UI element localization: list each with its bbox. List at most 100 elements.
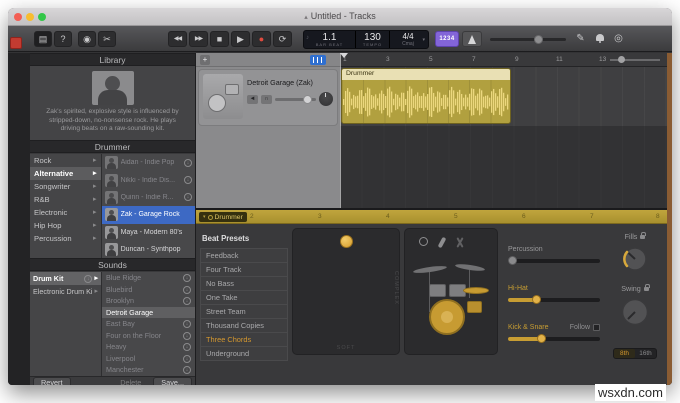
playhead-marker[interactable] xyxy=(340,53,348,58)
play-button[interactable]: ▶ xyxy=(231,31,250,47)
editor-ruler[interactable]: ▾ Drummer 2 3 4 5 6 7 8 xyxy=(196,210,672,224)
crash-cymbal[interactable] xyxy=(412,264,448,275)
sound-item[interactable]: Four on the Floor ↓ xyxy=(102,330,195,342)
quick-help-button[interactable]: ? xyxy=(54,31,72,47)
master-volume-slider[interactable] xyxy=(490,35,566,44)
download-icon[interactable]: ↓ xyxy=(183,320,191,328)
stop-button[interactable]: ■ xyxy=(210,31,229,47)
mixer-icon[interactable] xyxy=(310,55,326,65)
track-volume-thumb[interactable] xyxy=(302,94,312,104)
kit-item-selected[interactable]: Drum Kit ↓ ▸ xyxy=(30,272,101,285)
xy-pad-puck[interactable] xyxy=(340,235,353,248)
genre-item-selected[interactable]: Alternative ▸ xyxy=(30,167,101,180)
drummer-item-selected[interactable]: Zak - Garage Rock xyxy=(101,206,195,224)
genre-item[interactable]: R&B ▸ xyxy=(30,193,101,206)
eighth-note-option[interactable]: 8th xyxy=(614,349,635,358)
genre-item[interactable]: Songwriter ▸ xyxy=(30,180,101,193)
mute-button[interactable]: ◄ xyxy=(247,94,258,104)
sound-item[interactable]: Manchester ↓ xyxy=(102,364,195,376)
download-icon[interactable]: ↓ xyxy=(183,331,191,340)
sound-item[interactable]: Blue Ridge ↓ xyxy=(102,272,195,284)
kick-drum[interactable] xyxy=(429,299,465,335)
sixteenth-note-option[interactable]: 16th xyxy=(635,349,656,358)
tom-drum[interactable] xyxy=(429,284,446,297)
drummer-item[interactable]: Maya - Modern 80's xyxy=(102,224,195,241)
swing-knob[interactable] xyxy=(618,295,652,329)
beat-preset-item[interactable]: One Take xyxy=(201,291,287,305)
percussion-slider-thumb[interactable] xyxy=(508,256,517,265)
track-header[interactable]: Detroit Garage (Zak) ◄ ∩ xyxy=(198,69,338,126)
fills-knob[interactable] xyxy=(619,243,651,275)
download-icon[interactable]: ↓ xyxy=(184,158,192,167)
editors-button[interactable]: ✂ xyxy=(98,31,116,47)
pan-knob[interactable] xyxy=(319,92,333,106)
percussion-slider[interactable] xyxy=(508,256,600,265)
beat-ruler[interactable]: 1 3 5 7 9 11 13 xyxy=(340,53,672,67)
tambourine-icon[interactable] xyxy=(419,237,428,246)
floor-tom[interactable] xyxy=(467,301,482,313)
beat-preset-item[interactable]: No Bass xyxy=(201,277,287,291)
count-in-button[interactable]: 1234 xyxy=(435,31,459,47)
lock-icon[interactable] xyxy=(640,231,647,239)
shaker-icon[interactable] xyxy=(437,236,447,249)
hihat-cymbal[interactable] xyxy=(463,287,489,294)
metronome-button[interactable] xyxy=(462,31,482,47)
lock-icon[interactable] xyxy=(643,283,650,291)
drummer-item[interactable]: Quinn - Indie R... ↓ xyxy=(102,189,195,206)
loop-browser-button[interactable]: ◎ xyxy=(611,31,626,46)
kick-snare-slider[interactable] xyxy=(508,334,600,343)
download-icon[interactable]: ↓ xyxy=(184,176,192,185)
delete-button[interactable]: Delete xyxy=(112,377,149,385)
notepad-button[interactable]: ✎ xyxy=(573,31,588,46)
genre-item[interactable]: Hip Hop ▸ xyxy=(30,219,101,232)
cycle-button[interactable]: ⟳ xyxy=(273,31,292,47)
forward-button[interactable]: ▶▶ xyxy=(189,31,208,47)
sound-item[interactable]: Liverpool ↓ xyxy=(102,353,195,365)
claves-icon[interactable] xyxy=(456,237,466,247)
follow-checkbox[interactable] xyxy=(593,324,600,331)
genre-item[interactable]: Percussion ▸ xyxy=(30,232,101,245)
drummer-item[interactable]: Duncan - Synthpop xyxy=(102,241,195,258)
record-button[interactable]: ● xyxy=(252,31,271,47)
xy-pad[interactable]: SOFT COMPLEX xyxy=(292,228,400,355)
solo-button[interactable]: ∩ xyxy=(261,94,272,104)
genre-item[interactable]: Electronic ▸ xyxy=(30,206,101,219)
download-icon[interactable]: ↓ xyxy=(183,343,191,351)
download-icon[interactable]: ↓ xyxy=(183,366,191,374)
alerts-button[interactable] xyxy=(592,31,607,46)
sound-item-selected[interactable]: Detroit Garage xyxy=(102,306,195,318)
editor-region-chip[interactable]: ▾ Drummer xyxy=(199,212,247,222)
hihat-slider-thumb[interactable] xyxy=(531,295,541,304)
drummer-item[interactable]: Nikki - Indie Dis... ↓ xyxy=(102,171,195,188)
zoom-slider[interactable] xyxy=(610,56,660,63)
track-volume-slider[interactable] xyxy=(275,94,316,104)
kick-snare-slider-thumb[interactable] xyxy=(537,334,547,343)
drummer-region[interactable]: Drummer xyxy=(341,68,511,124)
add-track-button[interactable]: + xyxy=(200,55,210,65)
zoom-slider-thumb[interactable] xyxy=(618,56,625,63)
kit-item[interactable]: Electronic Drum Kit ▸ xyxy=(30,285,101,298)
beat-preset-item[interactable]: Four Track xyxy=(201,263,287,277)
lcd-display[interactable]: ♪ 1.1 BAR BEAT 130 TEMPO 4/4 Cmaj ▾ xyxy=(303,30,429,49)
download-icon[interactable]: ↓ xyxy=(183,297,191,305)
sound-item[interactable]: Bluebird ↓ xyxy=(102,284,195,296)
smart-controls-button[interactable]: ◉ xyxy=(78,31,96,47)
sound-item[interactable]: Heavy ↓ xyxy=(102,341,195,353)
drummer-item[interactable]: Aidan - Indie Pop ↓ xyxy=(102,154,195,171)
download-icon[interactable]: ↓ xyxy=(183,354,191,363)
beat-preset-item[interactable]: Underground xyxy=(201,347,287,361)
download-icon[interactable]: ↓ xyxy=(184,193,192,202)
beat-preset-item[interactable]: Thousand Copies xyxy=(201,319,287,333)
ride-cymbal[interactable] xyxy=(454,262,486,273)
sound-item[interactable]: Brooklyn ↓ xyxy=(102,295,195,307)
sound-item[interactable]: East Bay ↓ xyxy=(102,318,195,330)
save-button[interactable]: Save... xyxy=(153,377,192,385)
beat-preset-item[interactable]: Street Team xyxy=(201,305,287,319)
volume-slider-thumb[interactable] xyxy=(534,35,544,44)
beat-preset-item-selected[interactable]: Three Chords xyxy=(201,333,287,347)
download-icon[interactable]: ↓ xyxy=(183,274,191,282)
beat-preset-item[interactable]: Feedback xyxy=(201,249,287,263)
hihat-slider[interactable] xyxy=(508,295,600,304)
download-icon[interactable]: ↓ xyxy=(183,285,191,294)
genre-item[interactable]: Rock ▸ xyxy=(30,154,101,167)
